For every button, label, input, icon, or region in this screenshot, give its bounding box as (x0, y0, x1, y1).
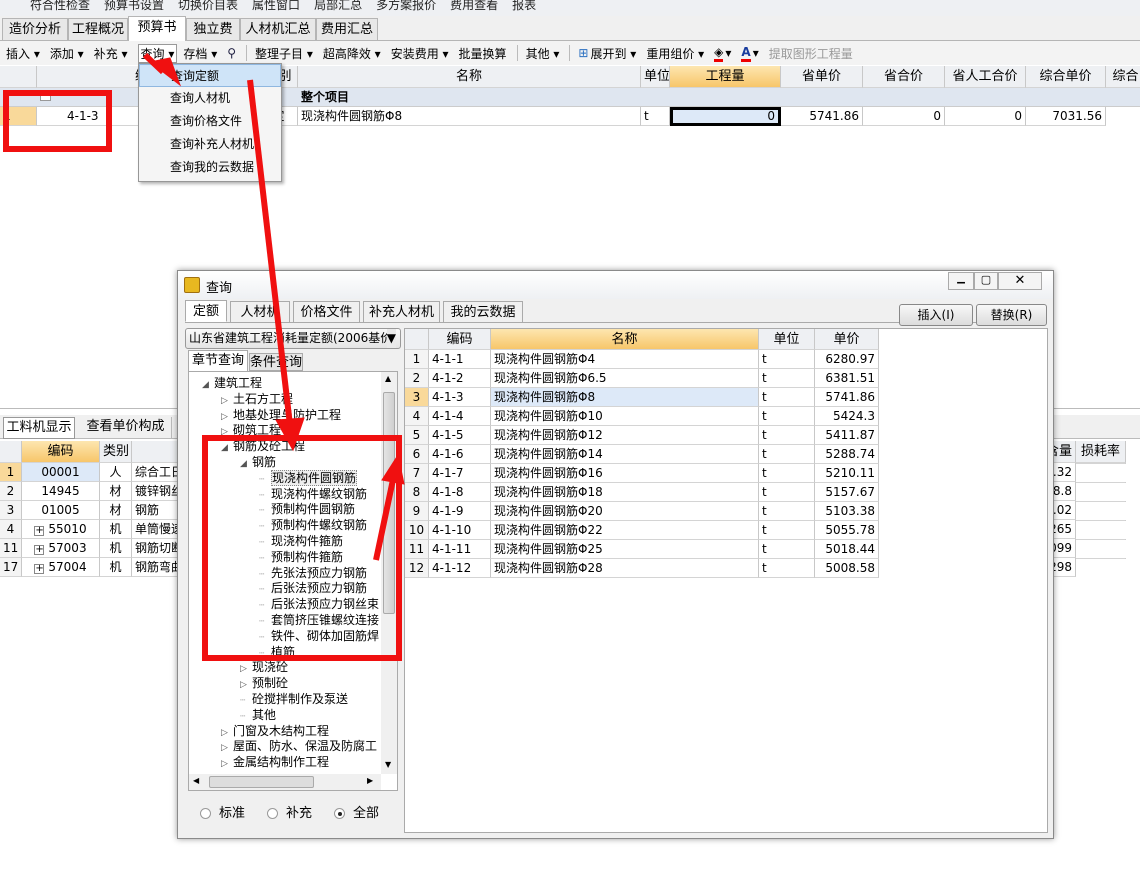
arrow-head (148, 57, 182, 87)
arrow-head (381, 453, 405, 485)
arrow-head (275, 417, 305, 452)
arrow-line (247, 79, 293, 426)
annotation-arrows (142, 52, 405, 561)
arrow-line (373, 474, 397, 561)
